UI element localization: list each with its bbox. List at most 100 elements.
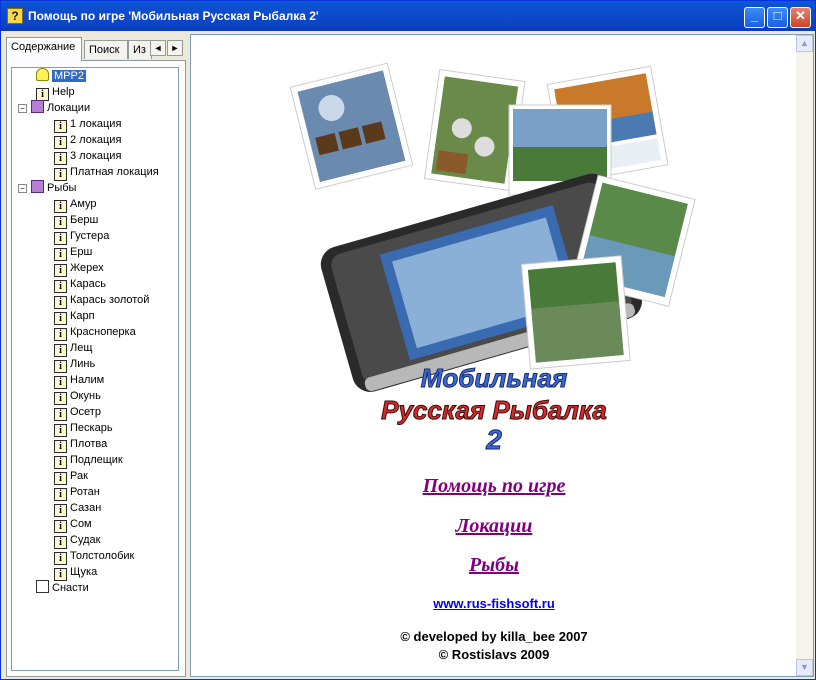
tree-item-label: Снасти bbox=[52, 582, 89, 594]
tree-item[interactable]: i Ротан bbox=[54, 484, 100, 501]
topic-pane: Мобильная Русская Рыбалка 2 Помощь по иг… bbox=[190, 34, 814, 677]
tree-item-label: Красноперка bbox=[70, 326, 136, 338]
close-button[interactable]: ✕ bbox=[790, 7, 811, 28]
tree-item-label: Подлещик bbox=[70, 454, 123, 466]
tab-panel: MPP2 i Help − Локации i1 локация i 2 локация… bbox=[6, 60, 186, 677]
tree-item-locations[interactable]: − Локации bbox=[18, 100, 90, 116]
credit-developer: © developed by killa_bee 2007 bbox=[400, 629, 588, 644]
tree-item-label: Осетр bbox=[70, 406, 101, 418]
tree-item-label: Густера bbox=[70, 230, 110, 242]
tree-item-label: MPP2 bbox=[52, 70, 86, 82]
tree-item-label: Сазан bbox=[70, 502, 102, 514]
collapse-icon[interactable]: − bbox=[18, 104, 27, 113]
locations-link-row: Локации bbox=[191, 515, 797, 538]
tree-item[interactable]: i Лещ bbox=[54, 340, 93, 357]
banner-title-line2: Русская Рыбалка bbox=[381, 395, 607, 425]
tree-item-label: Окунь bbox=[70, 390, 101, 402]
fish-link[interactable]: Рыбы bbox=[469, 554, 519, 576]
scroll-down-icon[interactable]: ▼ bbox=[796, 659, 813, 676]
tree-item[interactable]: i Густера bbox=[54, 228, 110, 245]
tree-item[interactable]: i Осетр bbox=[54, 404, 101, 421]
site-link-row: www.rus-fishsoft.ru bbox=[191, 596, 797, 611]
tree-item-label: Сом bbox=[70, 518, 92, 530]
tab-search[interactable]: Поиск bbox=[84, 40, 128, 59]
vertical-scrollbar[interactable]: ▲ ▼ bbox=[796, 35, 813, 676]
tree-item-root[interactable]: MPP2 bbox=[36, 68, 86, 84]
tree-item-tackle[interactable]: Снасти bbox=[36, 580, 89, 596]
locations-link[interactable]: Локации bbox=[456, 515, 533, 537]
tree-item[interactable]: i Окунь bbox=[54, 388, 101, 405]
tree-item-label: Help bbox=[52, 86, 75, 98]
tree-item[interactable]: i Налим bbox=[54, 372, 105, 389]
tree-item-label: 1 локация bbox=[70, 118, 122, 130]
tree-item[interactable]: i Подлещик bbox=[54, 452, 123, 469]
tree-item[interactable]: i Амур bbox=[54, 196, 97, 213]
fish-link-row: Рыбы bbox=[191, 554, 797, 577]
photo-card-river bbox=[520, 255, 631, 370]
tree-item-label: Ротан bbox=[70, 486, 100, 498]
tab-favorites[interactable]: Из bbox=[128, 40, 152, 59]
credit-line2: © Rostislavs 2009 bbox=[191, 647, 797, 662]
tree-item[interactable]: i2 локация bbox=[54, 132, 121, 149]
book-open-icon bbox=[31, 180, 44, 193]
tree-item[interactable]: i Сазан bbox=[54, 500, 102, 517]
tree-item-label: Карп bbox=[70, 310, 95, 322]
tab-scroll-left-icon[interactable]: ◄ bbox=[150, 40, 166, 56]
tree-item-label: Жерех bbox=[70, 262, 104, 274]
tree-item-label: 3 локация bbox=[70, 150, 122, 162]
tree-item[interactable]: i Платная локация bbox=[54, 164, 159, 181]
help-link-row: Помощь по игре bbox=[191, 475, 797, 498]
help-icon: ? bbox=[7, 8, 23, 24]
book-open-icon bbox=[31, 100, 44, 113]
tab-scroll-right-icon[interactable]: ► bbox=[167, 40, 183, 56]
tab-scroll-arrows: ◄ ► bbox=[150, 40, 184, 56]
tree-item[interactable]: i Щука bbox=[54, 564, 98, 581]
tree-item-fish[interactable]: − Рыбы bbox=[18, 180, 76, 196]
tree-item[interactable]: i Карась золотой bbox=[54, 292, 149, 309]
tree-item-label: Пескарь bbox=[70, 422, 113, 434]
contents-tree[interactable]: MPP2 i Help − Локации i1 локация i 2 локация… bbox=[11, 67, 179, 671]
tab-strip: Содержание Поиск Из ◄ ► bbox=[6, 37, 186, 61]
document-icon bbox=[36, 580, 49, 593]
tree-item-label: Налим bbox=[70, 374, 105, 386]
scroll-up-icon[interactable]: ▲ bbox=[796, 35, 813, 52]
site-link[interactable]: www.rus-fishsoft.ru bbox=[433, 596, 555, 611]
tree-item[interactable]: i Карась bbox=[54, 276, 106, 293]
tree-item-label: Карась bbox=[70, 278, 106, 290]
tree-item[interactable]: i Сом bbox=[54, 516, 92, 533]
tree-item[interactable]: i Берш bbox=[54, 212, 99, 229]
collapse-icon[interactable]: − bbox=[18, 184, 27, 193]
tree-item[interactable]: i Линь bbox=[54, 356, 96, 373]
tree-item[interactable]: i Карп bbox=[54, 308, 95, 325]
tree-item-label: Рак bbox=[70, 470, 88, 482]
tree-item[interactable]: i Красноперка bbox=[54, 324, 136, 341]
tree-item-label: Толстолобик bbox=[70, 550, 135, 562]
tree-item-label: Плотва bbox=[70, 438, 108, 450]
help-window: ? Помощь по игре 'Мобильная Русская Рыба… bbox=[0, 0, 816, 680]
tree-item[interactable]: i3 локация bbox=[54, 148, 122, 165]
tree-item-label: Амур bbox=[70, 198, 97, 210]
tree-item-label: Щука bbox=[70, 566, 98, 578]
tree-item[interactable]: i Пескарь bbox=[54, 420, 113, 437]
tab-contents[interactable]: Содержание bbox=[6, 37, 82, 61]
maximize-button[interactable]: □ bbox=[767, 7, 788, 28]
tree-item[interactable]: i Судак bbox=[54, 532, 101, 549]
bulb-icon bbox=[36, 68, 49, 81]
title-bar[interactable]: ? Помощь по игре 'Мобильная Русская Рыба… bbox=[1, 1, 815, 31]
tree-item-label: Лещ bbox=[70, 342, 93, 354]
tree-item-label: Берш bbox=[70, 214, 99, 226]
help-link[interactable]: Помощь по игре bbox=[423, 475, 566, 497]
tree-item[interactable]: i Ерш bbox=[54, 244, 93, 261]
tree-item-label: Линь bbox=[70, 358, 96, 370]
credit-line1: © developed by killa_bee 2007 bbox=[191, 629, 797, 644]
tree-item-label: Судак bbox=[70, 534, 101, 546]
tree-item[interactable]: i1 локация bbox=[54, 116, 122, 133]
tree-item[interactable]: i Толстолобик bbox=[54, 548, 135, 565]
minimize-button[interactable]: _ bbox=[744, 7, 765, 28]
tree-item[interactable]: i Жерех bbox=[54, 260, 104, 277]
tree-item[interactable]: i Плотва bbox=[54, 436, 108, 453]
tree-item-help[interactable]: i Help bbox=[36, 84, 75, 101]
tree-item-label: Ерш bbox=[70, 246, 93, 258]
tree-item-label: Платная локация bbox=[70, 166, 159, 178]
tree-item[interactable]: i Рак bbox=[54, 468, 88, 485]
